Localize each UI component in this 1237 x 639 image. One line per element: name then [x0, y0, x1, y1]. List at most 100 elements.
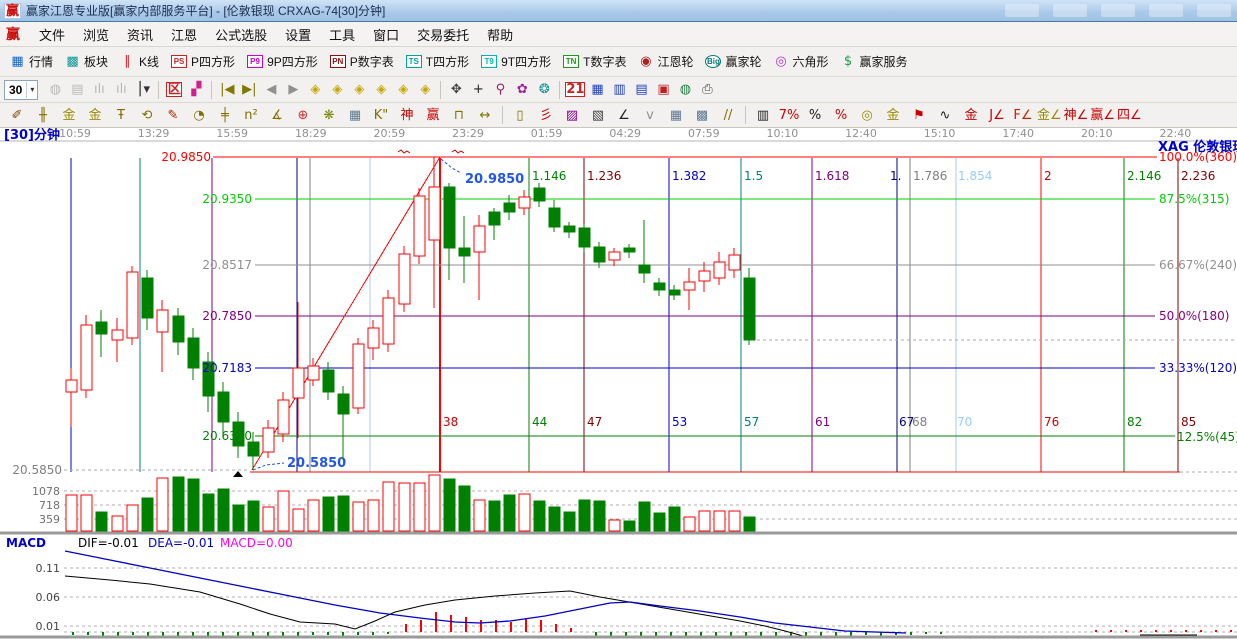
toolbar-button-crosshair-icon[interactable]: +: [467, 79, 489, 101]
toolbar-button-web-icon[interactable]: ◍: [44, 79, 66, 101]
toolbar-button-gann-diamond-grid-icon[interactable]: ◈: [414, 79, 436, 101]
toolbar-button-hexagon[interactable]: ◎六角形: [768, 51, 835, 72]
toolbar-button-bars9-icon[interactable]: ılı: [110, 79, 132, 101]
draw-tool-j-angle-icon[interactable]: J∠: [984, 105, 1010, 126]
draw-tool-fan-lines-icon[interactable]: 彡: [533, 105, 559, 126]
toolbar-button-formula-zone-icon[interactable]: 区: [163, 79, 185, 101]
draw-tool-trend-angle-icon[interactable]: ∠: [611, 105, 637, 126]
toolbar-button-pattern-tool-icon[interactable]: ❂: [533, 79, 555, 101]
toolbar-button-gann-wheel[interactable]: ◉江恩轮: [632, 51, 699, 72]
toolbar-button-calendar-icon[interactable]: 21: [564, 79, 586, 101]
menu-item-formula-stock-pick[interactable]: 公式选股: [206, 23, 276, 46]
draw-tool-star-grid-icon[interactable]: ❋: [316, 105, 342, 126]
draw-tool-gold-circle-icon[interactable]: ◎: [854, 105, 880, 126]
toolbar-button-9p-square[interactable]: P99P四方形: [241, 51, 324, 72]
toolbar-button-sectors[interactable]: ▩板块: [59, 51, 114, 72]
draw-tool-circle-cross-icon[interactable]: ⊕: [290, 105, 316, 126]
draw-tool-net-grid-icon[interactable]: ▦: [663, 105, 689, 126]
draw-tool-box-grid-icon[interactable]: ▦: [342, 105, 368, 126]
toolbar-button-color-chart-icon[interactable]: ▞: [185, 79, 207, 101]
draw-tool-parallel-lines-icon[interactable]: //: [715, 105, 741, 126]
draw-tool-k-quote-icon[interactable]: K": [368, 105, 394, 126]
draw-tool-shen-angle-icon[interactable]: 神∠: [1063, 105, 1090, 126]
toolbar-button-next-icon[interactable]: ▶: [282, 79, 304, 101]
toolbar-button-save-icon[interactable]: ▣: [652, 79, 674, 101]
menu-item-window[interactable]: 窗口: [364, 23, 408, 46]
toolbar-button-p-number-table[interactable]: PNP数字表: [324, 51, 400, 72]
toolbar-button-t-square[interactable]: TST四方形: [400, 51, 475, 72]
draw-tool-ladder-icon[interactable]: ╪: [212, 105, 238, 126]
draw-tool-pencil-icon[interactable]: ✐: [4, 105, 30, 126]
draw-tool-spiral-icon[interactable]: ⟲: [134, 105, 160, 126]
draw-tool-brush-icon[interactable]: ✎: [160, 105, 186, 126]
toolbar-button-t-number-table[interactable]: TNT数字表: [557, 51, 632, 72]
toolbar-button-print-icon[interactable]: ⎙: [696, 79, 718, 101]
menu-item-news[interactable]: 资讯: [118, 23, 162, 46]
toolbar-button-bars3-icon[interactable]: ılı: [88, 79, 110, 101]
toolbar-button-kline[interactable]: ∥K线: [114, 51, 165, 72]
toolbar-button-gann-diamond-right-icon[interactable]: ◈: [326, 79, 348, 101]
draw-tool-four-angle-icon[interactable]: 四∠: [1116, 105, 1143, 126]
titlebar-button[interactable]: [1005, 4, 1039, 17]
toolbar-button-network-icon[interactable]: ◍: [674, 79, 696, 101]
draw-tool-flag-icon[interactable]: ⚑: [906, 105, 932, 126]
menu-item-trade-entrust[interactable]: 交易委托: [408, 23, 478, 46]
menu-item-settings[interactable]: 设置: [276, 23, 320, 46]
toolbar-button-editor-icon[interactable]: ▤: [630, 79, 652, 101]
period-select[interactable]: 30▾: [4, 80, 38, 100]
menu-item-browse[interactable]: 浏览: [74, 23, 118, 46]
titlebar-button[interactable]: [1053, 4, 1087, 17]
draw-tool-gold-levels-icon[interactable]: 金: [880, 105, 906, 126]
draw-tool-seven-pct-icon[interactable]: 7%: [776, 105, 802, 126]
draw-tool-h-measure-icon[interactable]: ↔: [472, 105, 498, 126]
draw-tool-valley-icon[interactable]: v: [637, 105, 663, 126]
titlebar-button[interactable]: [1149, 4, 1183, 17]
chevron-down-icon[interactable]: ▾: [26, 82, 37, 98]
draw-tool-hatch-box-icon[interactable]: ▧: [585, 105, 611, 126]
draw-tool-f-grid-icon[interactable]: Ŧ: [108, 105, 134, 126]
menu-item-help[interactable]: 帮助: [478, 23, 522, 46]
chart-canvas[interactable]: 10:5913:2915:5918:2920:5923:2901:5904:29…: [0, 128, 1237, 639]
draw-tool-shen-tool-icon[interactable]: 神: [394, 105, 420, 126]
draw-tool-gold-angle-icon[interactable]: 金∠: [1036, 105, 1063, 126]
toolbar-button-gann-diamond-left-icon[interactable]: ◈: [304, 79, 326, 101]
draw-tool-ying-tool-icon[interactable]: 赢: [420, 105, 446, 126]
draw-tool-data-column-icon[interactable]: ▥: [750, 105, 776, 126]
draw-tool-percent-line-icon[interactable]: %: [828, 105, 854, 126]
draw-tool-net-grid2-icon[interactable]: ▩: [689, 105, 715, 126]
toolbar-button-zoom-icon[interactable]: ⚲: [489, 79, 511, 101]
menu-item-file[interactable]: 文件: [30, 23, 74, 46]
toolbar-button-flower-tool-icon[interactable]: ✿: [511, 79, 533, 101]
toolbar-button-gann-diamond-x-icon[interactable]: ◈: [370, 79, 392, 101]
draw-tool-angle-icon[interactable]: ∡: [264, 105, 290, 126]
toolbar-button-last-page-icon[interactable]: ▶|: [238, 79, 260, 101]
draw-tool-wave-icon[interactable]: ∿: [932, 105, 958, 126]
toolbar-button-gann-diamond-star-icon[interactable]: ◈: [392, 79, 414, 101]
toolbar-button-quote[interactable]: ▦行情: [4, 51, 59, 72]
draw-tool-ying-angle-icon[interactable]: 赢∠: [1089, 105, 1116, 126]
draw-tool-purple-box-icon[interactable]: ▨: [559, 105, 585, 126]
toolbar-button-hand-icon[interactable]: ✥: [445, 79, 467, 101]
draw-tool-gold-grid-icon[interactable]: 金: [56, 105, 82, 126]
toolbar-button-winner-wheel[interactable]: Big赢家轮: [699, 51, 767, 72]
toolbar-button-prev-icon[interactable]: ◀: [260, 79, 282, 101]
menu-item-gann[interactable]: 江恩: [162, 23, 206, 46]
toolbar-button-table-icon[interactable]: ▥: [608, 79, 630, 101]
draw-tool-gold-grid2-icon[interactable]: 金: [82, 105, 108, 126]
toolbar-button-gann-diamond-h-icon[interactable]: ◈: [348, 79, 370, 101]
draw-tool-box-line-icon[interactable]: ▯: [507, 105, 533, 126]
toolbar-button-9t-square[interactable]: T99T四方形: [475, 51, 557, 72]
titlebar-button[interactable]: [1197, 4, 1231, 17]
toolbar-button-calculator-icon[interactable]: ▦: [586, 79, 608, 101]
draw-tool-clock-circle-icon[interactable]: ◔: [186, 105, 212, 126]
toolbar-button-clipboard-icon[interactable]: ▤: [66, 79, 88, 101]
draw-tool-f-angle-icon[interactable]: F∠: [1010, 105, 1036, 126]
draw-tool-n-square-icon[interactable]: n²: [238, 105, 264, 126]
toolbar-button-candle-style-icon[interactable]: ⎮▾: [132, 79, 154, 101]
draw-tool-gold-red-icon[interactable]: 金: [958, 105, 984, 126]
draw-tool-percent-icon[interactable]: %: [802, 105, 828, 126]
titlebar-button[interactable]: [1101, 4, 1135, 17]
toolbar-button-winner-service[interactable]: $赢家服务: [835, 51, 914, 72]
toolbar-button-p-square[interactable]: PSP四方形: [165, 51, 241, 72]
draw-tool-ruler-icon[interactable]: ⊓: [446, 105, 472, 126]
